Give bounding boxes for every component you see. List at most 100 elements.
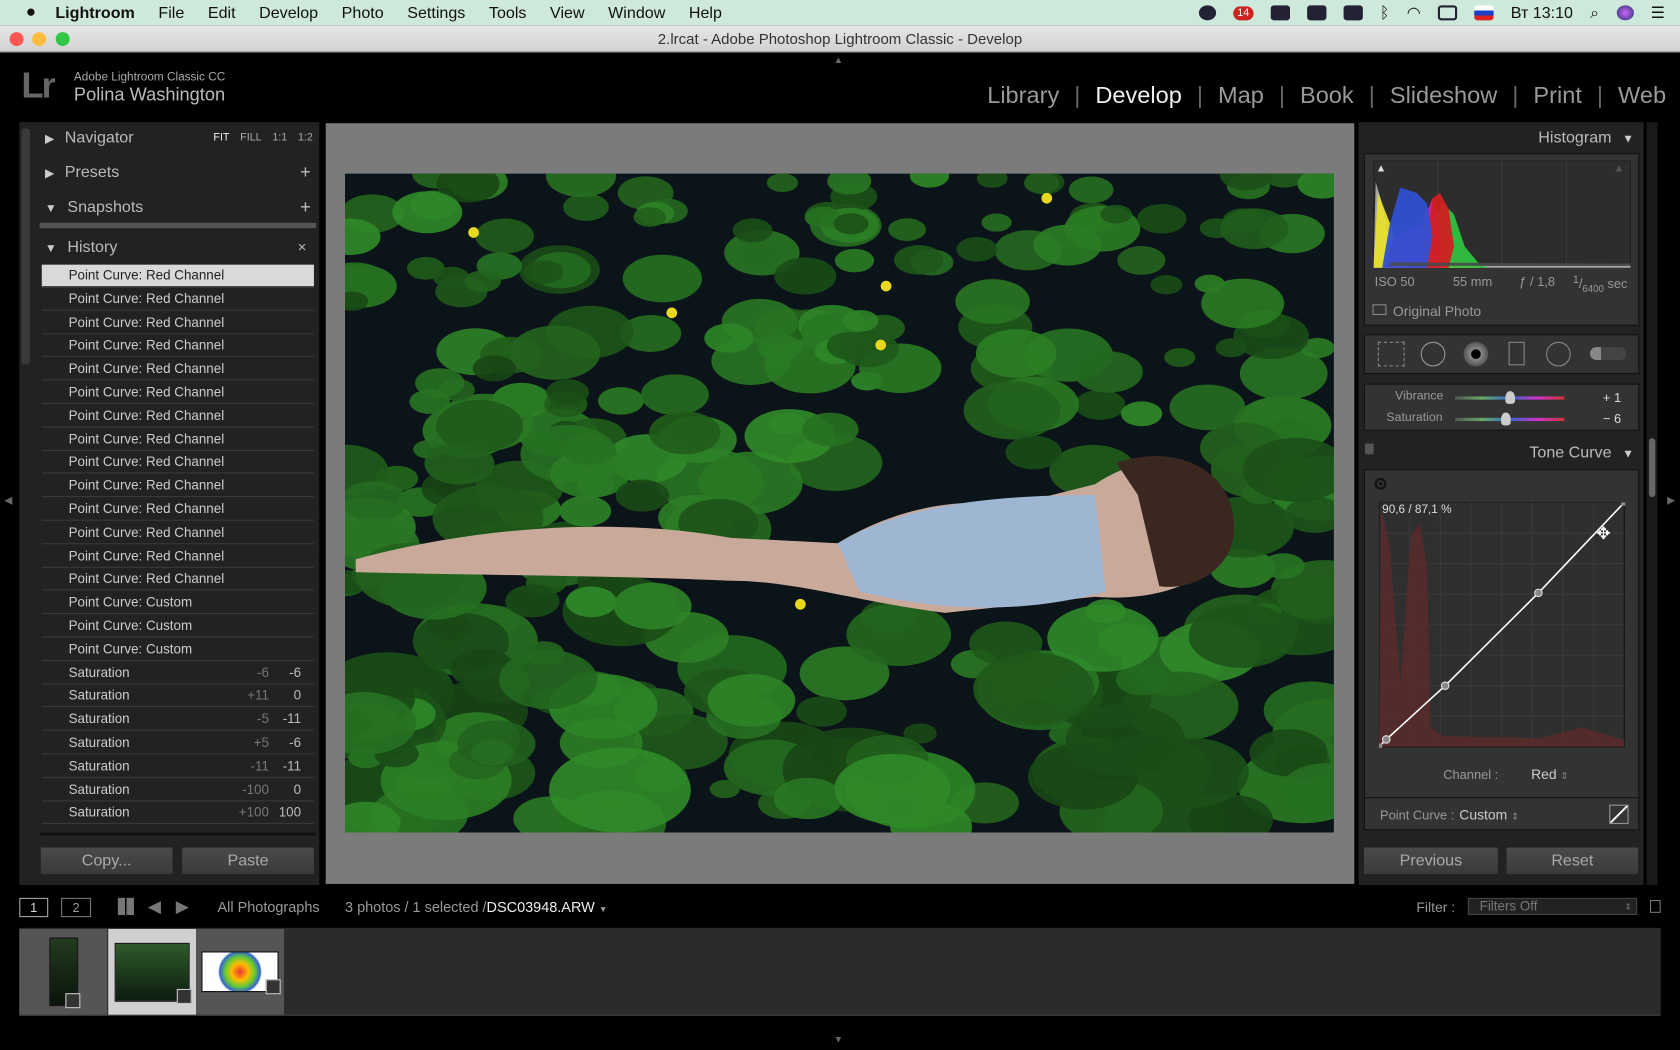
- history-item[interactable]: Point Curve: Red Channel: [41, 405, 314, 428]
- record-icon[interactable]: [1198, 5, 1216, 21]
- flag-icon[interactable]: [1474, 5, 1494, 21]
- menu-file[interactable]: File: [158, 4, 184, 22]
- drive-icon[interactable]: [1343, 5, 1363, 21]
- history-item[interactable]: Point Curve: Red Channel: [41, 545, 314, 568]
- histogram-graph[interactable]: [1373, 160, 1631, 268]
- vibrance-slider-thumb[interactable]: [1505, 391, 1516, 404]
- history-item[interactable]: Point Curve: Red Channel: [41, 428, 314, 451]
- history-item[interactable]: Point Curve: Custom: [41, 638, 314, 661]
- history-item[interactable]: Point Curve: Red Channel: [41, 522, 314, 545]
- history-item[interactable]: Point Curve: Red Channel: [41, 264, 314, 288]
- filmstrip-thumbnail[interactable]: [19, 928, 108, 1015]
- history-item[interactable]: Saturation -100 0: [41, 778, 314, 801]
- back-arrow-icon[interactable]: ◀: [148, 896, 161, 917]
- display-icon[interactable]: [1307, 5, 1327, 21]
- spot-removal-icon[interactable]: [1420, 341, 1446, 367]
- history-item[interactable]: Point Curve: Custom: [41, 592, 314, 615]
- history-item[interactable]: Saturation +5 -6: [41, 732, 314, 755]
- history-item[interactable]: Saturation -5 -11: [41, 708, 314, 731]
- copy-button[interactable]: Copy...: [39, 846, 174, 876]
- module-book[interactable]: Book: [1300, 81, 1354, 109]
- vibrance-value[interactable]: + 1: [1603, 390, 1621, 405]
- search-icon[interactable]: ⌕: [1590, 4, 1599, 22]
- highlight-clipping-icon[interactable]: ▲: [1614, 163, 1625, 175]
- history-header[interactable]: ▼ History ×: [45, 234, 313, 261]
- module-slideshow[interactable]: Slideshow: [1390, 81, 1497, 109]
- forward-arrow-icon[interactable]: ▶: [176, 896, 189, 917]
- crop-tool-icon[interactable]: [1377, 341, 1405, 367]
- history-item[interactable]: Saturation -11 -11: [41, 755, 314, 778]
- history-item[interactable]: Point Curve: Red Channel: [41, 311, 314, 334]
- adjustment-brush-icon[interactable]: [1590, 347, 1627, 361]
- menu-help[interactable]: Help: [689, 4, 722, 22]
- history-item[interactable]: Saturation -6 -6: [41, 662, 314, 685]
- curve-point[interactable]: [1534, 588, 1543, 598]
- main-photo[interactable]: [345, 173, 1334, 833]
- module-develop[interactable]: Develop: [1095, 81, 1181, 109]
- wifi-icon[interactable]: ◠: [1407, 3, 1421, 22]
- battery-icon[interactable]: [1437, 5, 1458, 21]
- right-scrollbar[interactable]: [1646, 122, 1658, 886]
- left-panel-toggle[interactable]: ◀: [4, 495, 12, 507]
- filmstrip-info[interactable]: 3 photos / 1 selected /DSC03948.ARW ▼: [345, 899, 607, 915]
- grid-view-icon[interactable]: [117, 897, 134, 916]
- reset-button[interactable]: Reset: [1505, 846, 1640, 876]
- add-snapshot-icon[interactable]: +: [300, 194, 311, 221]
- curve-point[interactable]: [1382, 735, 1391, 744]
- snapshots-header[interactable]: ▼ Snapshots +: [45, 194, 313, 221]
- menu-photo[interactable]: Photo: [342, 4, 384, 22]
- history-item[interactable]: Point Curve: Red Channel: [41, 451, 314, 474]
- curve-point[interactable]: [1440, 681, 1450, 691]
- radial-filter-icon[interactable]: [1546, 341, 1571, 367]
- menu-view[interactable]: View: [550, 4, 585, 22]
- siri-icon[interactable]: [1616, 5, 1634, 21]
- creative-cloud-icon[interactable]: [1270, 5, 1290, 21]
- previous-button[interactable]: Previous: [1362, 846, 1499, 876]
- right-panel-toggle[interactable]: ▶: [1667, 495, 1675, 507]
- menu-edit[interactable]: Edit: [208, 4, 236, 22]
- left-scrollbar[interactable]: [21, 128, 31, 365]
- filmstrip-thumbnail[interactable]: [108, 928, 197, 1015]
- tone-curve-graph[interactable]: [1378, 502, 1626, 748]
- red-eye-icon[interactable]: [1463, 341, 1489, 367]
- curve-endpoint[interactable]: [1621, 502, 1626, 506]
- graduated-filter-icon[interactable]: [1508, 341, 1525, 366]
- menu-develop[interactable]: Develop: [259, 4, 318, 22]
- view1-button[interactable]: 1: [19, 897, 49, 918]
- original-photo-checkbox[interactable]: [1372, 304, 1387, 316]
- view2-button[interactable]: 2: [61, 897, 92, 918]
- history-item[interactable]: Point Curve: Red Channel: [41, 335, 314, 358]
- zoom-button[interactable]: [55, 32, 70, 47]
- history-item[interactable]: Point Curve: Red Channel: [41, 358, 314, 381]
- tone-curve-header[interactable]: Tone Curve ▼: [1366, 439, 1638, 466]
- zoom-1-1[interactable]: 1:1: [272, 132, 287, 144]
- clear-history-icon[interactable]: ×: [298, 234, 307, 261]
- menu-window[interactable]: Window: [608, 4, 665, 22]
- presets-header[interactable]: ▶ Presets +: [45, 159, 313, 186]
- bottom-panel-toggle[interactable]: ▼: [834, 1034, 844, 1045]
- paste-button[interactable]: Paste: [181, 846, 316, 876]
- filter-lock-icon[interactable]: [1650, 900, 1661, 913]
- menu-app[interactable]: Lightroom: [55, 4, 134, 22]
- zoom-fit[interactable]: FIT: [213, 132, 229, 144]
- module-print[interactable]: Print: [1533, 81, 1581, 109]
- close-button[interactable]: [9, 32, 24, 47]
- source-breadcrumb[interactable]: All Photographs: [218, 899, 320, 915]
- history-item[interactable]: Saturation +11 0: [41, 685, 314, 708]
- saturation-value[interactable]: − 6: [1603, 411, 1621, 426]
- top-panel-toggle[interactable]: ▲: [834, 55, 844, 66]
- zoom-fill[interactable]: FILL: [240, 132, 261, 144]
- notification-badge[interactable]: 14: [1233, 5, 1254, 20]
- curve-endpoint[interactable]: [1378, 743, 1383, 748]
- targeted-adjustment-icon[interactable]: [1374, 477, 1387, 490]
- shadow-clipping-icon[interactable]: ▲: [1376, 163, 1387, 175]
- module-library[interactable]: Library: [987, 81, 1059, 109]
- menu-settings[interactable]: Settings: [407, 4, 465, 22]
- history-item[interactable]: Point Curve: Red Channel: [41, 288, 314, 311]
- channel-select[interactable]: Red ⇕: [1531, 766, 1569, 782]
- menu-tools[interactable]: Tools: [489, 4, 527, 22]
- navigator-header[interactable]: ▶ Navigator FIT FILL 1:1 1:2: [45, 124, 317, 151]
- history-item[interactable]: Saturation +100 100: [41, 802, 314, 825]
- apple-icon[interactable]: ●: [26, 3, 36, 22]
- add-preset-icon[interactable]: +: [300, 159, 311, 186]
